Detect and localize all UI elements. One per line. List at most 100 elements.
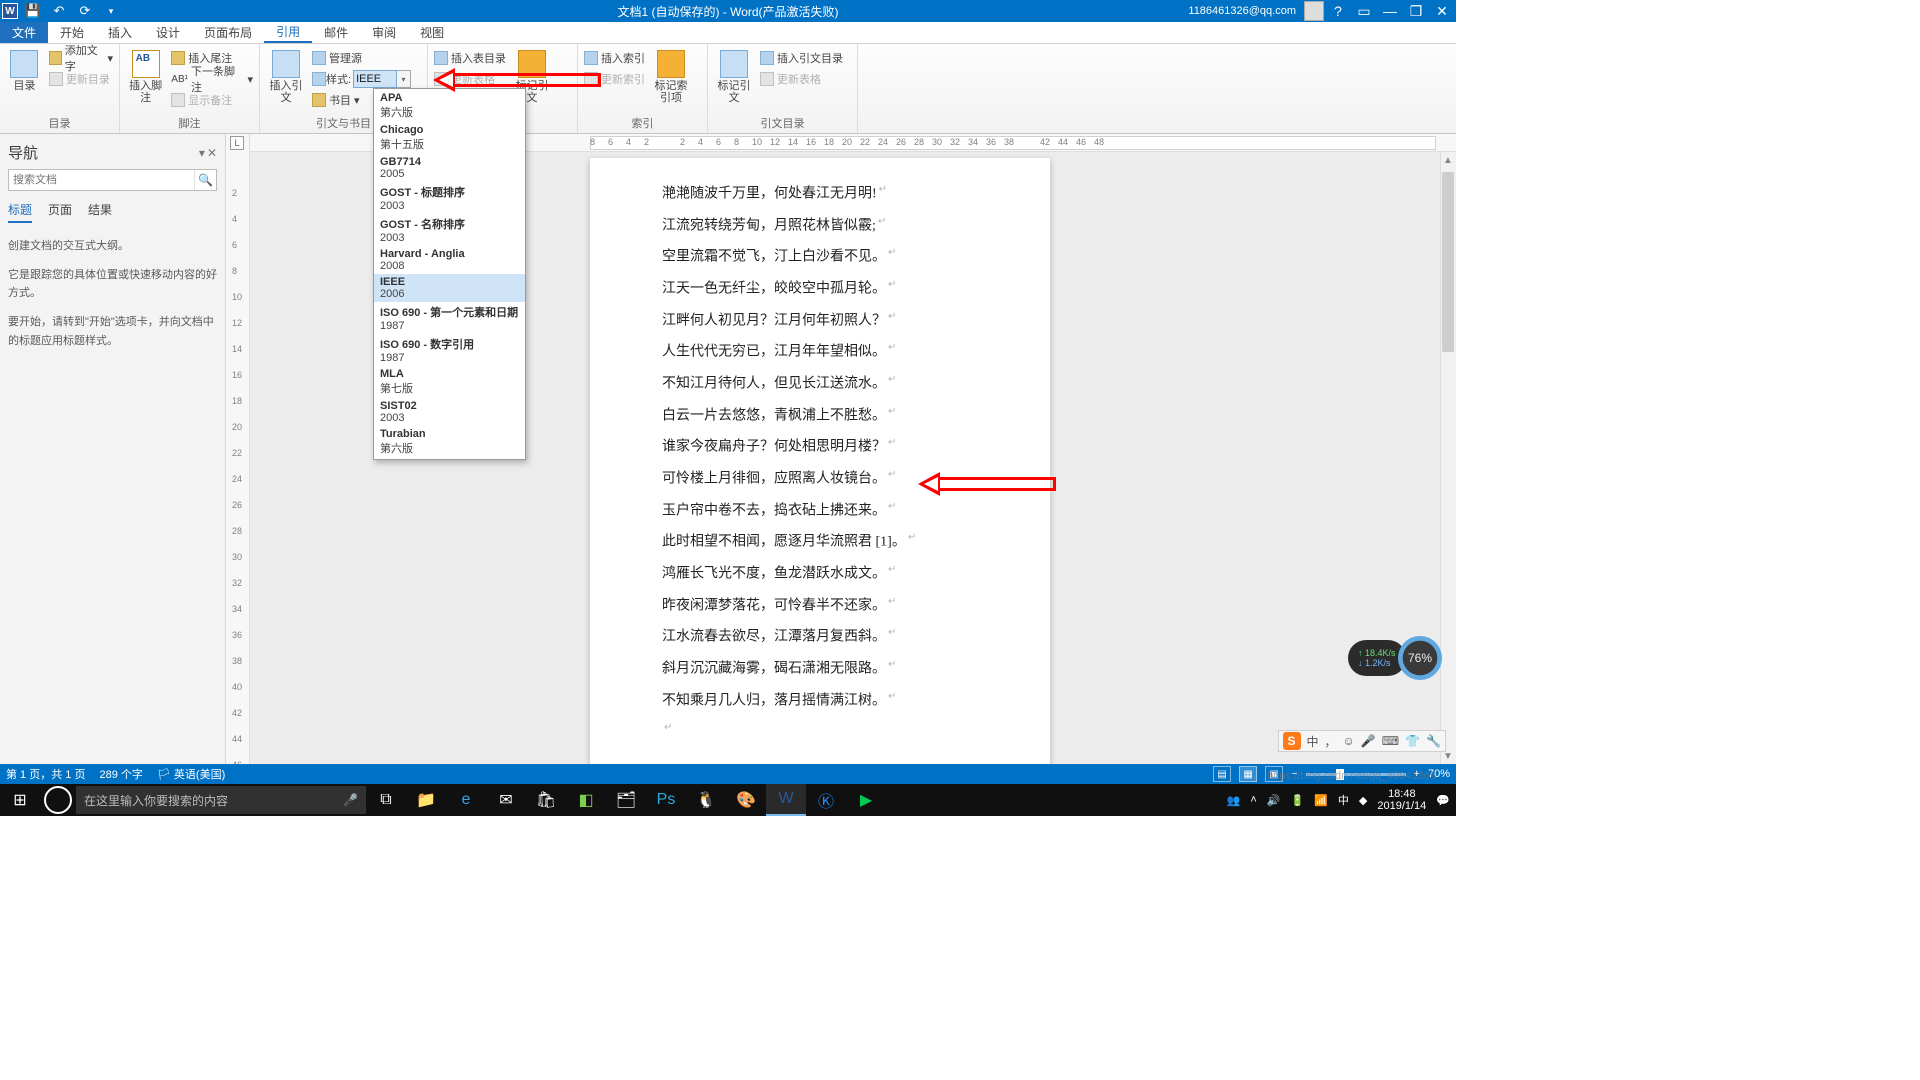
files-icon[interactable]: 🗂 [606, 784, 646, 816]
tab-mail[interactable]: 邮件 [312, 22, 360, 43]
mark-authority-button[interactable]: 标记引文 [714, 46, 754, 104]
ime-tray-icon[interactable]: 中 [1338, 792, 1349, 808]
photoshop-icon[interactable]: Ps [646, 784, 686, 816]
ribbon-options-icon[interactable]: ▭ [1352, 1, 1376, 21]
doc-line[interactable]: 鸿雁长飞光不度，鱼龙潜跃水成文。↵ [662, 556, 978, 588]
tab-layout[interactable]: 页面布局 [192, 22, 264, 43]
clock[interactable]: 18:48 2019/1/14 [1377, 788, 1426, 812]
style-option-iso-690-[interactable]: ISO 690 - 数字引用1987 [374, 334, 525, 366]
save-icon[interactable]: 💾 [22, 1, 44, 21]
explorer-icon[interactable]: 📁 [406, 784, 446, 816]
task-view-icon[interactable]: ⧉ [366, 784, 406, 816]
doc-line[interactable]: 玉户帘中卷不去，捣衣砧上拂还来。↵ [662, 493, 978, 525]
skin-icon[interactable]: 👕 [1405, 734, 1420, 748]
manage-sources-button[interactable]: 管理源 [312, 48, 411, 68]
scroll-up-icon[interactable]: ▲ [1440, 152, 1456, 168]
add-text-button[interactable]: 添加文字 ▾ [49, 48, 113, 68]
doc-line[interactable]: 此时相望不相闻，愿逐月华流照君 [1]。↵ [662, 524, 978, 556]
style-option-apa[interactable]: APA第六版 [374, 90, 525, 122]
notifications-icon[interactable]: 💬 [1436, 794, 1450, 807]
tab-selector-icon[interactable]: L [230, 136, 244, 150]
qat-customize-icon[interactable]: ▾ [100, 1, 122, 21]
doc-line[interactable]: 江天一色无纤尘，皎皎空中孤月轮。↵ [662, 271, 978, 303]
tab-design[interactable]: 设计 [144, 22, 192, 43]
user-email[interactable]: 1186461326@qq.com [1188, 5, 1296, 17]
nav-tab-pages[interactable]: 页面 [48, 201, 72, 223]
start-button[interactable]: ⊞ [0, 784, 40, 816]
kugou-icon[interactable]: Ⓚ [806, 784, 846, 816]
cortana-icon[interactable] [44, 786, 72, 814]
doc-line[interactable]: 人生代代无穷已，江月年年望相似。↵ [662, 334, 978, 366]
paint-icon[interactable]: 🎨 [726, 784, 766, 816]
word-count[interactable]: 289 个字 [99, 766, 142, 782]
update-toc-button[interactable]: 更新目录 [49, 69, 113, 89]
app-icon-1[interactable]: ◧ [566, 784, 606, 816]
doc-line[interactable]: 斜月沉沉藏海雾，碣石潇湘无限路。↵ [662, 651, 978, 683]
close-icon[interactable]: ✕ [1430, 1, 1454, 21]
style-option-chicago[interactable]: Chicago第十五版 [374, 122, 525, 154]
doc-line[interactable]: 江水流春去欲尽，江潭落月复西斜。↵ [662, 619, 978, 651]
page-status[interactable]: 第 1 页，共 1 页 [6, 766, 85, 782]
help-icon[interactable]: ? [1326, 1, 1350, 21]
citation-style-input[interactable] [353, 70, 397, 88]
nav-dropdown-icon[interactable]: ▾ [199, 146, 205, 160]
tab-review[interactable]: 审阅 [360, 22, 408, 43]
redo-icon[interactable]: ⟳ [74, 1, 96, 21]
scroll-thumb[interactable] [1442, 172, 1454, 352]
style-option-gb7714[interactable]: GB77142005 [374, 154, 525, 182]
ime-mode[interactable]: 中 [1307, 733, 1319, 750]
mic-icon[interactable]: 🎤 [1361, 734, 1376, 748]
mic-icon[interactable]: 🎤 [343, 793, 358, 807]
doc-line[interactable]: 空里流霜不觉飞，汀上白沙看不见。↵ [662, 239, 978, 271]
toolbox-icon[interactable]: 🔧 [1426, 734, 1441, 748]
people-icon[interactable]: 👥 [1227, 794, 1241, 807]
store-icon[interactable]: 🛍 [526, 784, 566, 816]
doc-line[interactable]: 滟滟随波千万里，何处春江无月明!↵ [662, 176, 978, 208]
page[interactable]: 滟滟随波千万里，何处春江无月明!↵江流宛转绕芳甸，月照花林皆似霰;↵空里流霜不觉… [590, 158, 1050, 764]
style-option-gost-[interactable]: GOST - 标题排序2003 [374, 182, 525, 214]
wifi-icon[interactable]: 📶 [1314, 794, 1328, 807]
doc-line[interactable]: 可怜楼上月徘徊，应照离人妆镜台。↵ [662, 461, 978, 493]
sogou-icon[interactable]: S [1283, 732, 1301, 750]
edge-icon[interactable]: e [446, 784, 486, 816]
tab-insert[interactable]: 插入 [96, 22, 144, 43]
tab-home[interactable]: 开始 [48, 22, 96, 43]
show-notes-button[interactable]: 显示备注 [171, 90, 253, 110]
update-index-button[interactable]: 更新索引 [584, 69, 645, 89]
volume-icon[interactable]: 🔊 [1267, 794, 1281, 807]
style-option-harvard-anglia[interactable]: Harvard - Anglia2008 [374, 246, 525, 274]
doc-line[interactable]: 江流宛转绕芳甸，月照花林皆似霰;↵ [662, 208, 978, 240]
emoji-icon[interactable]: ☺ [1343, 734, 1355, 748]
update-tof-button[interactable]: 更新表格 [434, 69, 506, 89]
insert-citation-button[interactable]: 插入引文 [266, 46, 306, 104]
battery-icon[interactable]: 🔋 [1290, 794, 1304, 807]
doc-line[interactable]: 昨夜闲潭梦落花，可怜春半不还家。↵ [662, 588, 978, 620]
nav-search[interactable]: 🔍 [8, 169, 217, 191]
tray-up-icon[interactable]: ˄ [1250, 794, 1256, 806]
insert-footnote-button[interactable]: AB 插入脚注 [126, 46, 165, 104]
style-option-gost-[interactable]: GOST - 名称排序2003 [374, 214, 525, 246]
style-option-iso-690-[interactable]: ISO 690 - 第一个元素和日期1987 [374, 302, 525, 334]
style-option-sist02[interactable]: SIST022003 [374, 398, 525, 426]
insert-toa-button[interactable]: 插入引文目录 [760, 48, 843, 68]
print-layout-icon[interactable]: ▦ [1239, 766, 1257, 782]
toc-button[interactable]: 目录 [6, 46, 43, 92]
search-input[interactable] [9, 174, 194, 186]
insert-index-button[interactable]: 插入索引 [584, 48, 645, 68]
mail-icon[interactable]: ✉ [486, 784, 526, 816]
read-mode-icon[interactable]: ▤ [1213, 766, 1231, 782]
language-status[interactable]: 🏳 英语(美国) [157, 766, 225, 782]
keyboard-icon[interactable]: ⌨ [1382, 734, 1399, 748]
word-taskbar-icon[interactable]: W [766, 784, 806, 816]
citation-style-dropdown-icon[interactable]: ▾ [397, 70, 411, 88]
tray-app-icon[interactable]: ◆ [1359, 794, 1367, 807]
doc-line[interactable]: 谁家今夜扁舟子？何处相思明月楼？↵ [662, 429, 978, 461]
doc-line[interactable]: 不知江月待何人，但见长江送流水。↵ [662, 366, 978, 398]
mark-index-entry-button[interactable]: 标记索引项 [651, 46, 691, 104]
doc-line[interactable]: 白云一片去悠悠，青枫浦上不胜愁。↵ [662, 398, 978, 430]
update-toa-button[interactable]: 更新表格 [760, 69, 843, 89]
tab-file[interactable]: 文件 [0, 22, 48, 43]
tab-view[interactable]: 视图 [408, 22, 456, 43]
iqiyi-icon[interactable]: ▶ [846, 784, 886, 816]
undo-icon[interactable]: ↶ [48, 1, 70, 21]
